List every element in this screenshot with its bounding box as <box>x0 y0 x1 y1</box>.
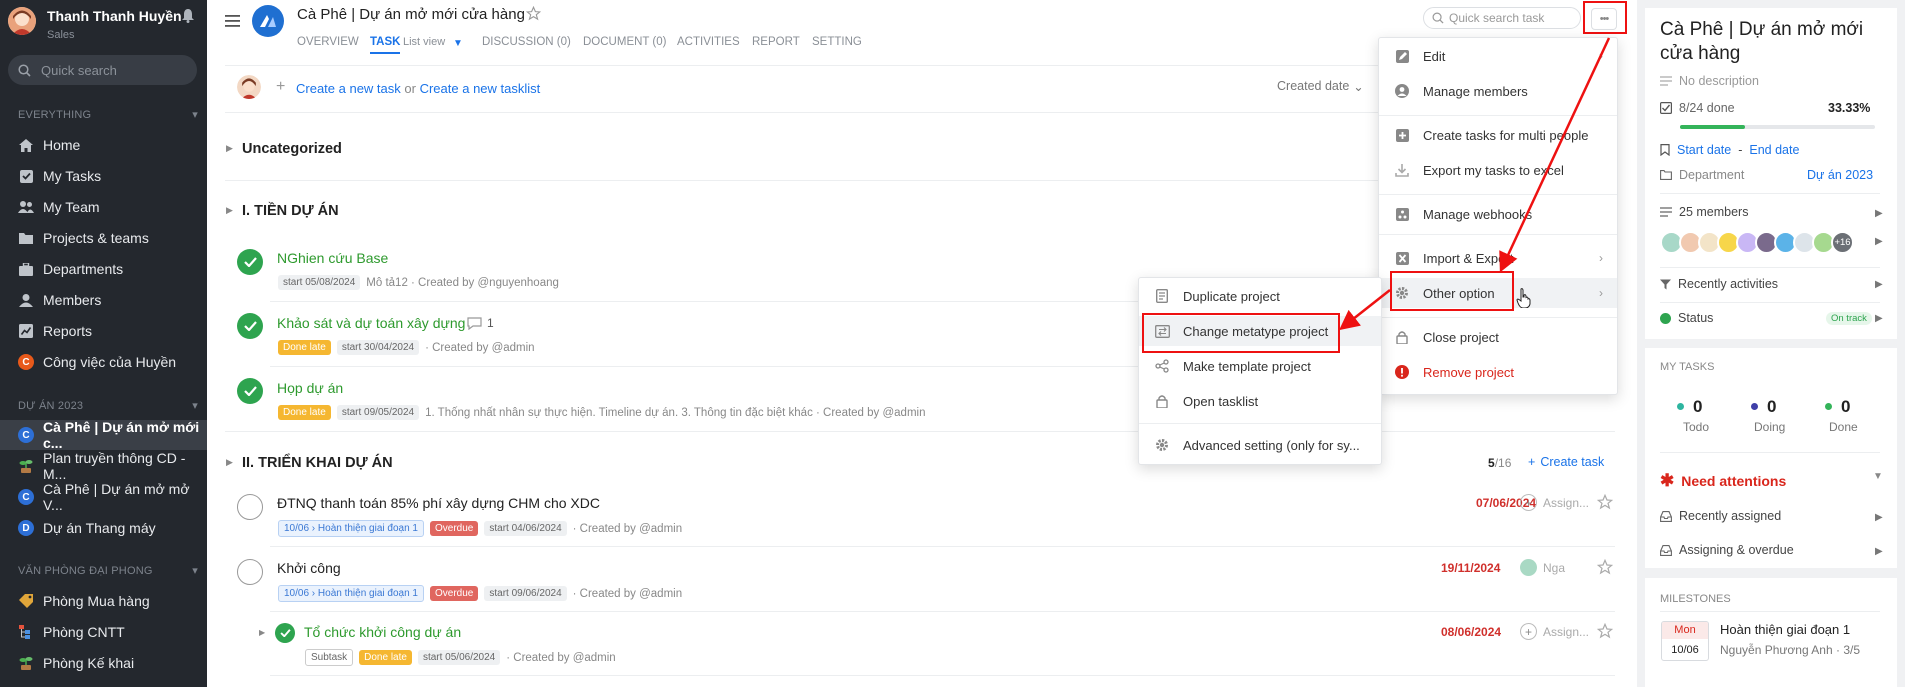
divider <box>1660 302 1880 303</box>
mouse-cursor-hand-icon <box>1516 288 1532 308</box>
caret-right-icon[interactable]: ▶ <box>1875 236 1883 247</box>
divider <box>1660 611 1880 612</box>
recent-activities-row[interactable]: Recently activities <box>1660 277 1778 291</box>
milestone-owner: Nguyễn Phương Anh · 3/5 <box>1720 643 1861 657</box>
done-count-value[interactable]: 0 <box>1841 397 1850 417</box>
need-attentions-header[interactable]: ✱ Need attentions <box>1660 471 1786 491</box>
progress-row: 8/24 done <box>1660 101 1735 115</box>
department-label: Department <box>1679 168 1745 182</box>
folder-outline-icon <box>1660 170 1672 180</box>
start-date-link[interactable]: Start date <box>1677 143 1731 157</box>
members-row[interactable]: 25 members <box>1660 205 1748 219</box>
annotation-arrows <box>1339 37 1611 331</box>
my-tasks-title: MY TASKS <box>1660 361 1715 373</box>
chevron-down-icon[interactable]: ▼ <box>1873 471 1883 482</box>
divider <box>1660 193 1880 194</box>
assigning-overdue-label: Assigning & overdue <box>1679 543 1794 557</box>
milestones-title: MILESTONES <box>1660 593 1731 605</box>
recently-assigned-row[interactable]: Recently assigned <box>1660 509 1781 523</box>
divider <box>1660 267 1880 268</box>
member-more[interactable]: +16 <box>1831 231 1854 254</box>
department-value[interactable]: Dự án 2023 <box>1807 168 1873 182</box>
end-date-link[interactable]: End date <box>1749 143 1799 157</box>
progress-track <box>1680 125 1875 129</box>
right-panel-project-title: Cà Phê | Dự án mở mới cửa hàng <box>1660 19 1864 64</box>
inbox-icon <box>1660 544 1672 556</box>
todo-label: Todo <box>1683 420 1710 434</box>
milestone-owner-name: Nguyễn Phương Anh <box>1720 643 1833 657</box>
project-description[interactable]: No description <box>1660 74 1759 88</box>
description-text: No description <box>1679 74 1759 88</box>
bookmark-icon <box>1660 144 1670 156</box>
caret-right-icon[interactable]: ▶ <box>1875 313 1883 324</box>
caret-right-icon[interactable]: ▶ <box>1875 512 1883 523</box>
milestone-name[interactable]: Hoàn thiện giai đoạn 1 <box>1720 622 1850 637</box>
done-label: Done <box>1829 420 1858 434</box>
members-label: 25 members <box>1679 205 1749 219</box>
milestone-date-badge[interactable]: Mon 10/06 <box>1661 621 1709 661</box>
members-more-count: +16 <box>1834 237 1851 248</box>
milestone-count: 3/5 <box>1843 643 1861 657</box>
caret-right-icon[interactable]: ▶ <box>1875 208 1883 219</box>
text-lines-icon <box>1660 207 1672 217</box>
status-badge[interactable]: On track <box>1826 312 1872 325</box>
date-separator: - <box>1738 143 1743 157</box>
text-lines-icon <box>1660 76 1672 86</box>
progress-fill <box>1680 125 1745 129</box>
doing-dot <box>1751 403 1758 410</box>
done-text: 8/24 done <box>1679 101 1735 115</box>
divider <box>1660 452 1880 453</box>
checkbox-icon <box>1660 102 1672 114</box>
milestone-date: 10/06 <box>1671 644 1699 656</box>
filter-icon <box>1660 279 1671 290</box>
caret-right-icon[interactable]: ▶ <box>1875 546 1883 557</box>
progress-percent: 33.33% <box>1828 101 1871 115</box>
caret-right-icon[interactable]: ▶ <box>1875 279 1883 290</box>
doing-count[interactable]: 0 <box>1767 397 1776 417</box>
assigning-overdue-row[interactable]: Assigning & overdue <box>1660 543 1794 557</box>
todo-count[interactable]: 0 <box>1693 397 1702 417</box>
recently-assigned-label: Recently assigned <box>1679 509 1782 523</box>
todo-dot <box>1677 403 1684 410</box>
my-tasks-card <box>1645 348 1897 568</box>
milestone-day: Mon <box>1662 622 1708 639</box>
status-label: Status <box>1678 311 1714 325</box>
need-attentions-label: Need attentions <box>1681 473 1787 489</box>
done-dot <box>1825 403 1832 410</box>
doing-label: Doing <box>1754 420 1786 434</box>
status-dot <box>1660 312 1671 324</box>
inbox-icon <box>1660 510 1672 522</box>
dates-row: Start date - End date <box>1660 143 1799 157</box>
recent-activities-label: Recently activities <box>1678 277 1779 291</box>
status-row: Status <box>1660 311 1713 325</box>
department-row: Department <box>1660 168 1744 182</box>
asterisk-icon: ✱ <box>1660 471 1675 490</box>
